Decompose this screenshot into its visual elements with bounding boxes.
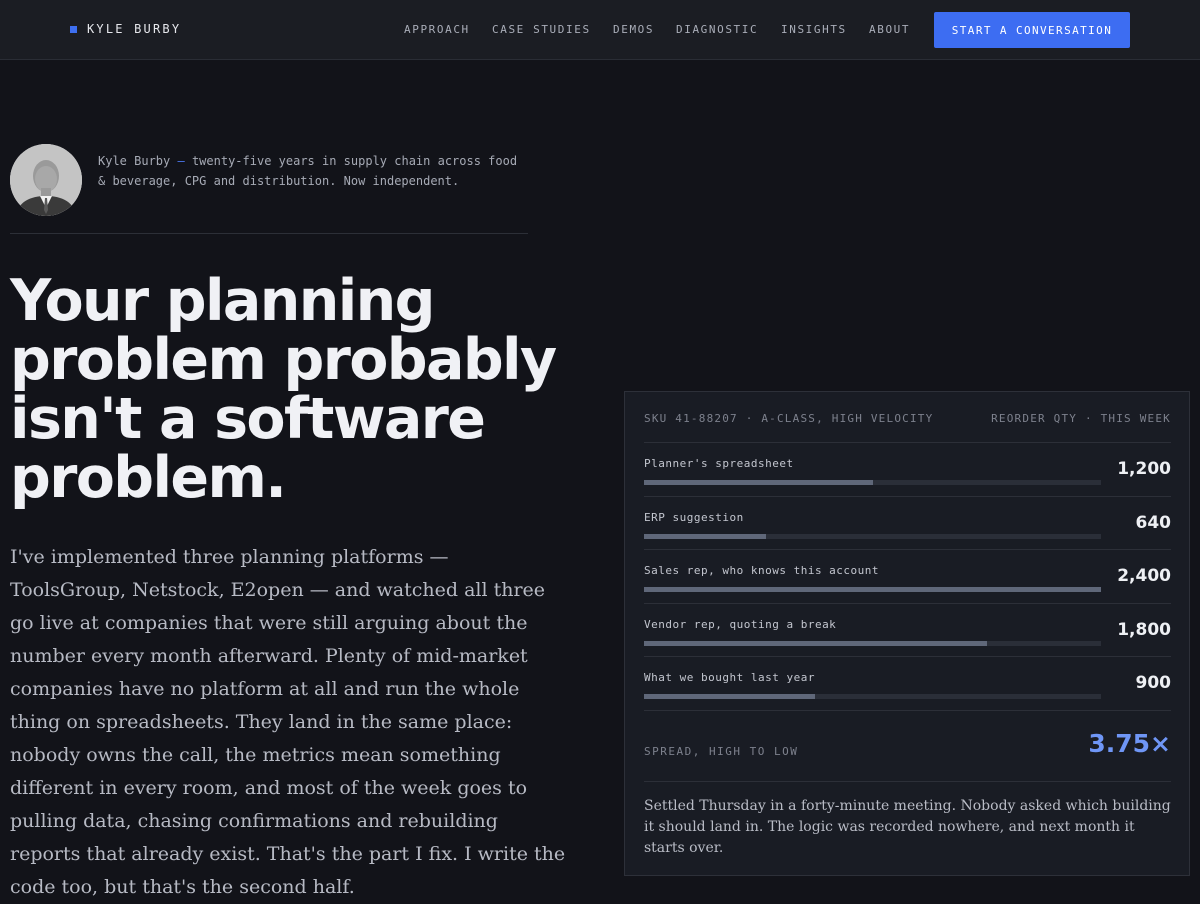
estimate-bar-track [644,480,1101,485]
estimate-value: 2,400 [1117,566,1171,586]
estimate-source-label: ERP suggestion [644,510,744,524]
avatar-portrait-icon [10,144,82,216]
estimate-bar-track [644,533,1101,539]
estimate-bar-fill [644,533,766,539]
estimate-bar-fill [644,640,987,646]
estimate-bar-fill [644,587,1101,592]
estimate-row: Planner's spreadsheet 1,200 [644,442,1171,496]
nav-link-insights[interactable]: INSIGHTS [781,23,847,36]
author-separator: — [177,154,185,168]
estimate-source-label: Sales rep, who knows this account [644,564,880,577]
estimate-bar-track [644,587,1101,592]
reorder-qty-label: REORDER QTY · THIS WEEK [991,412,1171,425]
estimate-list: Planner's spreadsheet 1,200 ERP suggesti… [644,442,1171,710]
author-bio: Kyle Burby — twenty-five years in supply… [98,152,518,191]
nav-link-case-studies[interactable]: CASE STUDIES [492,23,591,36]
estimate-row: Sales rep, who knows this account 2,400 [644,549,1171,603]
page-headline: Your planning problem probably isn't a s… [10,268,557,511]
reorder-quantity-card: SKU 41-88207 · A-CLASS, HIGH VELOCITY RE… [624,391,1190,876]
estimate-value: 1,800 [1117,619,1171,640]
estimate-row: What we bought last year 900 [644,656,1171,710]
estimate-source-label: Vendor rep, quoting a break [644,617,837,631]
estimate-row: ERP suggestion 640 [644,495,1172,550]
estimate-bar-track [644,640,1101,646]
author-name: Kyle Burby [98,154,171,168]
spread-value: 3.75× [1088,729,1171,758]
card-footnote: Settled Thursday in a forty-minute meeti… [644,798,1171,856]
estimate-bar-fill [644,480,873,485]
start-conversation-button[interactable]: START A CONVERSATION [934,12,1130,48]
sku-label: SKU 41-88207 · A-CLASS, HIGH VELOCITY [644,412,934,425]
intro-paragraph: I've implemented three planning platform… [10,546,566,898]
nav-link-about[interactable]: ABOUT [869,23,910,36]
estimate-source-label: Planner's spreadsheet [644,457,794,470]
author-intro: Kyle Burby — twenty-five years in supply… [10,144,528,234]
estimate-bar-track [644,694,1101,699]
avatar [10,144,82,216]
top-navigation-bar: KYLE BURBY APPROACH CASE STUDIES DEMOS D… [0,0,1200,60]
estimate-value: 1,200 [1117,459,1171,479]
estimate-source-label: What we bought last year [644,671,815,684]
spread-summary: SPREAD, HIGH TO LOW 3.75× [644,710,1171,782]
nav-link-diagnostic[interactable]: DIAGNOSTIC [676,23,758,36]
estimate-value: 900 [1135,673,1172,693]
estimate-row: Vendor rep, quoting a break 1,800 [644,602,1171,657]
nav-link-demos[interactable]: DEMOS [613,23,654,36]
spread-label: SPREAD, HIGH TO LOW [644,745,799,758]
nav-link-approach[interactable]: APPROACH [404,23,470,36]
estimate-value: 640 [1135,512,1172,533]
estimate-bar-fill [644,694,816,699]
